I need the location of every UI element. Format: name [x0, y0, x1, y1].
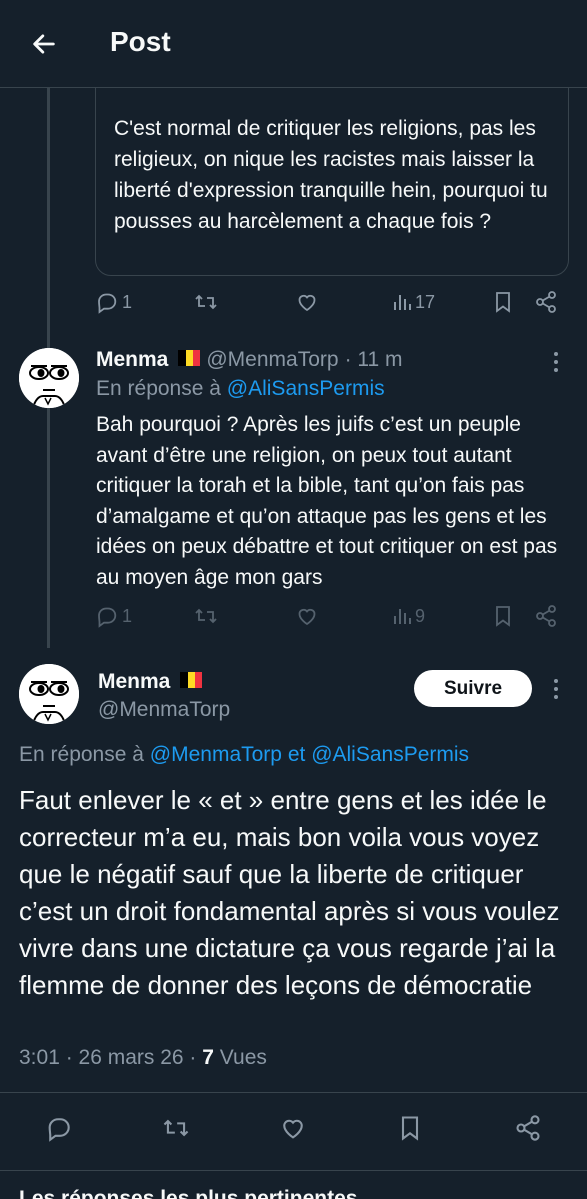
like-icon — [298, 608, 316, 626]
reply-icon — [98, 607, 117, 628]
views-label: Vues — [219, 1046, 267, 1069]
reply-context: En réponse à @AliSansPermis — [96, 377, 385, 401]
reply-to-link[interactable]: @AliSansPermis — [311, 743, 469, 766]
views-icon — [394, 609, 411, 624]
retweet-icon — [195, 294, 217, 310]
reply-to-link[interactable]: @AliSansPermis — [227, 377, 385, 400]
tweet-time[interactable]: 3:01 · 26 mars 26 · — [19, 1046, 196, 1069]
share-icon — [536, 291, 556, 313]
reply-prefix: En réponse à — [96, 377, 221, 400]
like-button[interactable] — [279, 1114, 307, 1142]
like-icon — [298, 294, 316, 312]
quoted-tweet-card[interactable]: C'est normal de critiquer les religions,… — [95, 70, 569, 276]
reply-button[interactable]: 1 — [95, 290, 132, 314]
views-icon — [394, 295, 411, 310]
top-bar: Post — [0, 0, 587, 88]
reply-to-link[interactable]: @MenmaTorp — [150, 743, 282, 766]
main-author-handle-row: @MenmaTorp — [98, 698, 230, 722]
quoted-tweet-text: C'est normal de critiquer les religions,… — [114, 117, 548, 233]
views-button[interactable]: 9 — [392, 604, 425, 628]
like-button[interactable] — [295, 604, 319, 628]
share-button[interactable] — [514, 1114, 542, 1142]
tweet-meta: 3:01 · 26 mars 26 · 7 Vues — [19, 1046, 267, 1070]
bookmark-icon — [496, 292, 510, 313]
avatar-face-icon — [19, 348, 79, 408]
reply-count: 1 — [122, 291, 133, 312]
reply-button[interactable]: 1 — [95, 604, 132, 628]
views-count: 17 — [415, 291, 436, 312]
like-button[interactable] — [295, 290, 319, 314]
share-button[interactable] — [534, 290, 558, 314]
author-name[interactable]: Menma — [96, 348, 168, 372]
belgium-flag-icon — [180, 672, 203, 688]
post-time: · 11 m — [344, 348, 403, 371]
author-handle[interactable]: @MenmaTorp — [206, 348, 338, 372]
reply-and: et — [287, 743, 306, 766]
follow-button[interactable]: Suivre — [414, 670, 532, 707]
views-count: 7 — [202, 1046, 214, 1069]
post-page: C'est normal de critiquer les religions,… — [0, 0, 587, 1199]
back-button[interactable] — [22, 22, 66, 66]
share-icon — [516, 1115, 540, 1141]
bookmark-icon — [401, 1116, 419, 1141]
share-button[interactable] — [534, 604, 558, 628]
bookmark-button[interactable] — [397, 1114, 423, 1142]
bookmark-button[interactable] — [492, 290, 514, 314]
main-tweet-text: Faut enlever le « et » entre gens et les… — [19, 785, 560, 1000]
views-button[interactable]: 17 — [392, 290, 435, 314]
divider — [0, 1170, 587, 1171]
page-title: Post — [110, 26, 171, 57]
retweet-button[interactable] — [193, 290, 219, 314]
reply-text: Bah pourquoi ? Après les juifs c’est un … — [96, 413, 558, 589]
retweet-button[interactable] — [161, 1114, 191, 1142]
author-handle[interactable]: @MenmaTorp — [98, 698, 230, 722]
avatar-face-icon — [19, 664, 79, 724]
divider — [0, 1092, 587, 1093]
reply-count: 1 — [122, 605, 133, 626]
bookmark-button[interactable] — [492, 604, 514, 628]
reply-prefix: En réponse à — [19, 743, 144, 766]
reply-context: En réponse à @MenmaTorp et @AliSansPermi… — [19, 743, 469, 767]
replies-sort-header[interactable]: Les réponses les plus pertinentes ⌄ — [19, 1186, 381, 1199]
avatar[interactable] — [19, 348, 79, 408]
belgium-flag-icon — [178, 350, 201, 366]
retweet-icon — [163, 1119, 189, 1137]
back-arrow-icon — [33, 34, 55, 54]
author-name[interactable]: Menma — [98, 670, 170, 694]
retweet-icon — [195, 608, 217, 624]
reply-author-row: Menma @MenmaTorp · 11 m — [96, 348, 403, 372]
more-icon[interactable] — [546, 677, 566, 701]
bookmark-icon — [496, 606, 510, 627]
main-author-name-row: Menma — [98, 670, 203, 694]
share-icon — [536, 605, 556, 627]
avatar[interactable] — [19, 664, 79, 724]
more-icon[interactable] — [546, 350, 566, 374]
retweet-button[interactable] — [193, 604, 219, 628]
reply-icon — [98, 293, 117, 314]
reply-icon — [48, 1118, 70, 1142]
views-count: 9 — [415, 605, 426, 626]
reply-button[interactable] — [45, 1114, 73, 1142]
like-icon — [283, 1119, 303, 1139]
